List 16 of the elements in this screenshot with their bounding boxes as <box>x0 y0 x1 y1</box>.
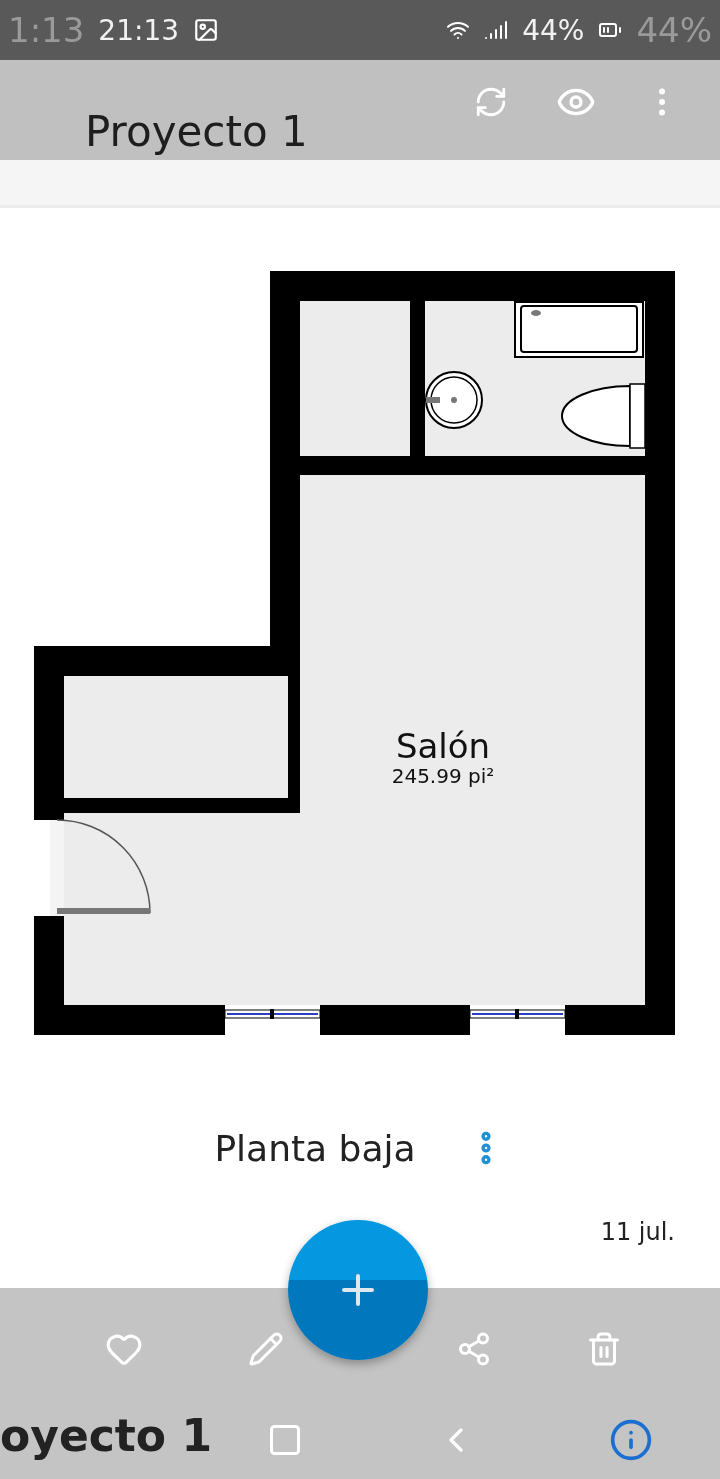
room-label: Salón <box>395 726 491 766</box>
project-title: Proyecto 1 <box>85 107 308 156</box>
floor-name: Planta baja <box>214 1127 416 1169</box>
overlay-title: oyecto 1 <box>0 1410 213 1461</box>
info-icon[interactable] <box>609 1417 654 1462</box>
replay-icon[interactable] <box>474 85 508 119</box>
battery-percent: 44% <box>522 13 585 47</box>
signal-icon <box>484 18 509 42</box>
overlay-battery: 44% <box>636 10 712 50</box>
room-area: 245.99 pi² <box>391 764 495 788</box>
status-time: 21:13 <box>98 13 180 47</box>
overlay-time: 1:13 <box>8 10 85 50</box>
add-button[interactable] <box>288 1220 428 1360</box>
sink-drawing <box>425 371 483 429</box>
floor-date: 11 jul. <box>600 1218 675 1246</box>
image-icon <box>193 17 220 43</box>
